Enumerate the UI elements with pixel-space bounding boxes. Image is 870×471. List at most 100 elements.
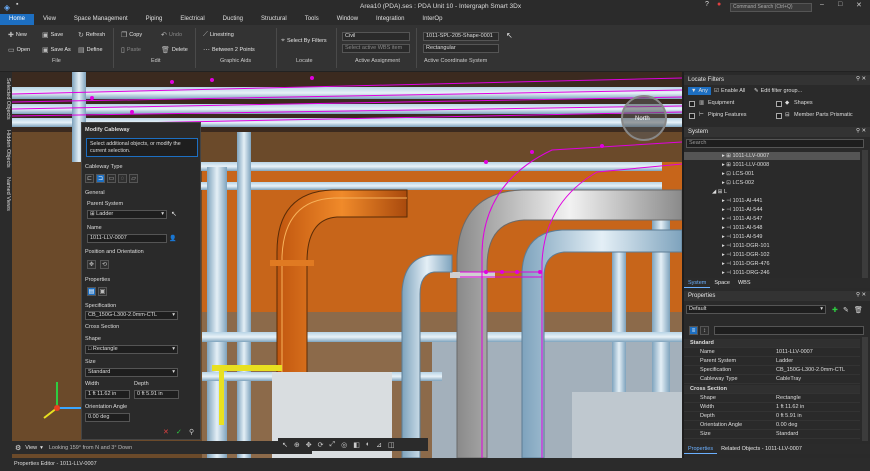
notification-icon[interactable]: ● (717, 1, 721, 8)
fit-icon[interactable]: ⤢ (330, 441, 336, 449)
tab-properties[interactable]: Properties (684, 444, 718, 454)
tab-space[interactable]: Space (710, 278, 734, 288)
add-icon[interactable]: ✚ (832, 306, 838, 314)
tree-item[interactable]: ▸ ⊣ 1011-AI-544 (684, 206, 860, 214)
property-row[interactable]: Shape Rectangle (684, 394, 860, 403)
linestring-button[interactable]: ⟋ Linestring (203, 31, 234, 39)
camera-icon[interactable]: ◫ (388, 441, 395, 449)
render-mode-icon[interactable]: ◐ (366, 441, 370, 448)
tab-wbs[interactable]: WBS (734, 278, 755, 288)
discipline-select[interactable]: Civil (342, 32, 410, 41)
tab-hidden-objects[interactable]: Hidden Objects (1, 128, 11, 170)
filter-any-button[interactable]: ▼ Any (688, 87, 711, 95)
name-input[interactable]: 1011-LLV-0007 (87, 234, 167, 243)
undo-button[interactable]: ↶ Undo (161, 31, 182, 39)
save-button[interactable]: ▣ Save (42, 31, 63, 39)
property-row[interactable]: Size Standard (684, 430, 860, 439)
edit-filter-group-button[interactable]: ✎ Edit filter group... (754, 88, 802, 94)
select-arrow-icon[interactable]: ↖ (282, 441, 288, 449)
size-select[interactable]: Standard ▾ (85, 368, 178, 377)
select-by-filters-button[interactable]: ⌖ Select By Filters (281, 37, 327, 45)
property-row[interactable]: Parent System Ladder (684, 357, 860, 366)
measure-icon[interactable]: ⊿ (376, 441, 382, 449)
menu-ducting[interactable]: Ducting (214, 14, 252, 25)
property-search-input[interactable] (714, 326, 864, 335)
wbs-select[interactable]: Select active WBS item (342, 44, 410, 53)
shape-select[interactable]: □ Rectangle ▾ (85, 345, 178, 354)
view-menu[interactable]: View (25, 445, 37, 451)
help-icon[interactable]: ? (705, 1, 709, 8)
lasso-icon[interactable]: ◎ (341, 441, 347, 449)
system-search-input[interactable]: Search (686, 139, 864, 148)
pick-parent-icon[interactable]: ↖ (171, 210, 177, 218)
pin-icon[interactable]: ⚲ ✕ (856, 76, 866, 82)
save-as-button[interactable]: ▣ Save As (42, 46, 71, 54)
cancel-icon[interactable]: ✕ (163, 428, 169, 436)
tab-related-objects[interactable]: Related Objects - 1011-LLV-0007 (717, 444, 806, 454)
tree-item[interactable]: ▸ ⊣ 1011-DGR-101 (684, 242, 860, 250)
minimize-icon[interactable]: – (820, 1, 824, 8)
rotate-icon[interactable]: ⟳ (318, 441, 324, 449)
view-settings-icon[interactable]: ⚙ (15, 444, 21, 452)
delete-button[interactable]: 🗑 Delete (161, 46, 188, 54)
property-filter-select[interactable]: Default ▾ (686, 305, 826, 314)
properties-scrollbar[interactable] (862, 337, 868, 441)
position-button[interactable]: ✥ (87, 260, 96, 269)
menu-structural[interactable]: Structural (252, 14, 296, 25)
define-button[interactable]: ▤ Define (78, 46, 103, 54)
categorized-view-button[interactable]: ≡ (689, 326, 698, 335)
tree-item[interactable]: ▸ ⊣ 1011-DGR-102 (684, 251, 860, 259)
menu-space-management[interactable]: Space Management (65, 14, 137, 25)
features-button[interactable]: ▣ (98, 287, 107, 296)
menu-interop[interactable]: InterOp (413, 14, 451, 25)
section-standard[interactable]: Standard (684, 339, 860, 348)
name-rule-icon[interactable]: 👤 (169, 235, 176, 242)
orientation-angle-input[interactable]: 0.00 deg (85, 413, 130, 422)
filter-equipment-checkbox[interactable] (689, 101, 695, 107)
pin-icon[interactable]: ⚲ ✕ (856, 292, 866, 298)
filter-piping-features-checkbox[interactable] (689, 113, 695, 119)
tree-item[interactable]: ▸ ⊞ 1011-LLV-0008 (684, 161, 860, 169)
tree-item[interactable]: ▸ ⊞ 1011-LLV-0007 (684, 152, 860, 160)
delete-icon[interactable]: 🗑 (854, 306, 863, 314)
menu-tools[interactable]: Tools (296, 14, 328, 25)
alphabetical-view-button[interactable]: ↕ (700, 326, 709, 335)
filter-member-parts-checkbox[interactable] (776, 113, 782, 119)
tree-item[interactable]: ▸ ⊡ LCS-002 (684, 179, 860, 187)
tree-item[interactable]: ◢ ⊞ L (684, 188, 860, 196)
enable-all-button[interactable]: ☑ Enable All (714, 88, 745, 94)
property-row[interactable]: Cableway Type CableTray (684, 375, 860, 384)
copy-button[interactable]: ❐ Copy (121, 31, 142, 39)
width-input[interactable]: 1 ft 11.62 in (85, 390, 130, 399)
orientation-button[interactable]: ⟲ (100, 260, 109, 269)
type-nonspec-button[interactable]: ▱ (129, 174, 138, 183)
pan-icon[interactable]: ✥ (306, 441, 312, 449)
tree-item[interactable]: ▸ ⊣ 1011-AI-548 (684, 224, 860, 232)
depth-input[interactable]: 0 ft 5.91 in (134, 390, 179, 399)
menu-electrical[interactable]: Electrical (171, 14, 213, 25)
tree-item[interactable]: ▸ ⊡ LCS-001 (684, 170, 860, 178)
new-button[interactable]: ✚ New (8, 31, 27, 39)
type-ladder-button[interactable]: ⊐ (96, 174, 105, 183)
parent-system-select[interactable]: ⊞ Ladder ▾ (87, 210, 167, 219)
tree-item[interactable]: ▸ ⊣ 1011-AI-441 (684, 197, 860, 205)
tree-item[interactable]: ▸ ⊣ 1011-DRG-246 (684, 269, 860, 277)
maximize-icon[interactable]: □ (838, 1, 842, 8)
paste-button[interactable]: ▯ Paste (121, 46, 141, 54)
type-conduit-button[interactable]: ◌ (118, 174, 127, 183)
command-search-input[interactable]: Command Search (Ctrl+Q) (730, 3, 812, 12)
system-scrollbar[interactable] (862, 150, 868, 278)
property-row[interactable]: Width 1 ft 11.62 in (684, 403, 860, 412)
menu-piping[interactable]: Piping (137, 14, 172, 25)
type-tray-button[interactable]: ⊏ (85, 174, 94, 183)
clip-icon[interactable]: ◧ (353, 441, 360, 449)
tab-named-views[interactable]: Named Views (1, 176, 11, 212)
property-row[interactable]: Orientation Angle 0.00 deg (684, 421, 860, 430)
filter-shapes-checkbox[interactable] (776, 101, 782, 107)
coordinate-system-select[interactable]: 1011-SPL-205-Shape-0001 (423, 32, 499, 41)
open-button[interactable]: ▭ Open (8, 46, 30, 54)
tree-item[interactable]: ▸ ⊣ 1011-DGR-476 (684, 260, 860, 268)
type-channel-button[interactable]: ▭ (107, 174, 116, 183)
section-cross-section[interactable]: Cross Section (684, 385, 860, 394)
tree-item[interactable]: ▸ ⊣ 1011-AI-547 (684, 215, 860, 223)
